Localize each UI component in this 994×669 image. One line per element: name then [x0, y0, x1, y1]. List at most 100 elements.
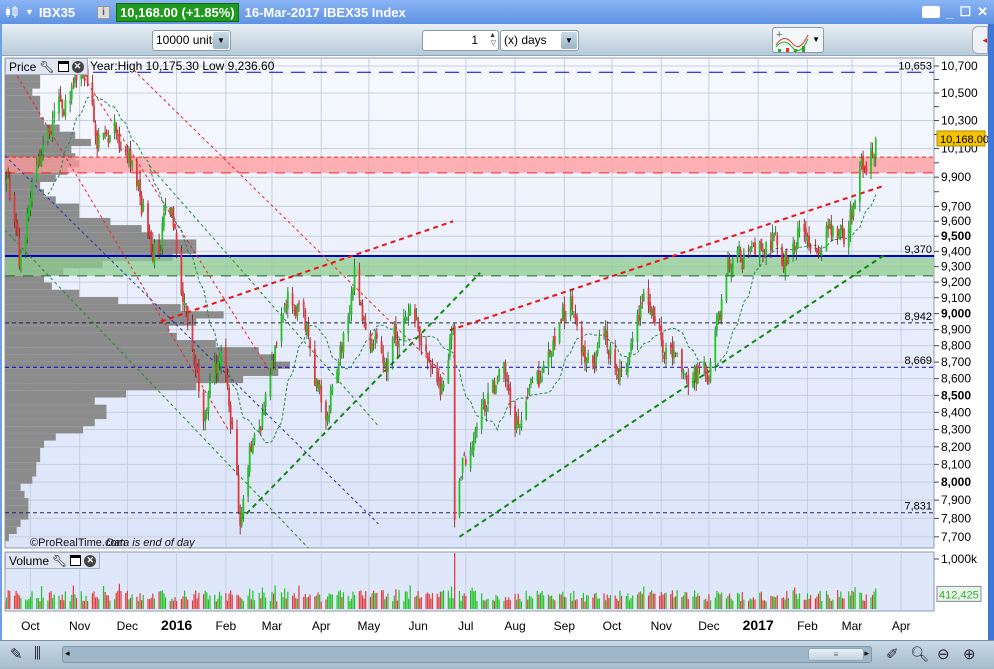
period-unit-select[interactable]: (x) days ▼ — [500, 30, 579, 51]
scrollbar-thumb[interactable]: ≡ — [808, 648, 864, 661]
volume-bar — [752, 597, 755, 609]
candle-body — [464, 459, 467, 465]
candle — [491, 379, 494, 394]
candle-body — [19, 252, 22, 267]
volume-bar — [26, 600, 28, 609]
volume-bar — [306, 597, 308, 609]
chevron-down-icon[interactable]: ▼ — [812, 35, 820, 44]
volume-bar — [139, 593, 141, 609]
info-icon[interactable]: i — [97, 5, 111, 19]
candle-body — [447, 359, 450, 384]
volume-bar — [738, 593, 740, 609]
x-tick-label: Nov — [69, 619, 90, 633]
candle-body — [387, 358, 389, 372]
volume-bar — [803, 599, 805, 609]
candle-body — [661, 339, 664, 353]
keyboard-icon[interactable] — [922, 6, 941, 18]
close-icon[interactable]: ✕ — [977, 4, 988, 20]
volume-bar — [593, 593, 596, 609]
auto-zoom-icon[interactable]: 🔍︎ — [910, 645, 929, 663]
price-chart[interactable]: 10,70010,50010,30010,1009,9009,7009,6009… — [2, 56, 988, 640]
scroll-right-icon[interactable]: ▸ — [864, 648, 869, 659]
candle-body — [571, 295, 574, 310]
candle-body — [517, 415, 520, 425]
volume-bar — [269, 600, 271, 609]
volume-profile-bar — [5, 433, 56, 441]
volume-bar — [736, 592, 739, 609]
candle-body — [271, 360, 273, 374]
candle-body — [839, 225, 842, 235]
volume-bar — [209, 595, 211, 609]
volume-bar — [763, 600, 766, 609]
volume-bar — [174, 596, 176, 609]
volume-bar — [258, 592, 260, 609]
volume-bar — [293, 593, 295, 609]
candle-body — [871, 152, 874, 156]
volume-bar — [102, 586, 105, 609]
units-select[interactable]: 10000 units ▼ — [152, 30, 231, 51]
candlestick-icon[interactable] — [5, 5, 19, 19]
volume-bar — [71, 594, 73, 609]
wrench-icon[interactable]: 🔧︎ — [39, 60, 54, 74]
stepper-arrows-icon[interactable]: ▲ ▽ — [489, 32, 496, 48]
candle — [436, 362, 439, 386]
zoom-in-icon[interactable]: ⊕ — [963, 645, 976, 663]
horizontal-scrollbar[interactable]: ◂ ≡ ▸ — [62, 646, 872, 663]
volume-bar — [617, 600, 619, 609]
volume-bar — [654, 593, 656, 609]
candle-body — [463, 453, 466, 456]
volume-bar — [408, 598, 410, 609]
candle-body — [309, 339, 311, 349]
add-indicator-button[interactable]: + ▼ — [772, 27, 824, 53]
candle-body — [692, 377, 694, 388]
candle-body — [638, 315, 640, 322]
candle-body — [771, 233, 774, 248]
candle-body — [841, 225, 844, 230]
volume-bar — [315, 595, 318, 609]
candle-body — [186, 306, 189, 324]
drawing-tools-icon[interactable]: ✎ — [10, 645, 23, 663]
candle — [304, 308, 307, 333]
window-icon[interactable] — [70, 555, 82, 566]
window-icon[interactable] — [57, 61, 69, 72]
candle-body — [736, 250, 739, 259]
close-panel-icon[interactable]: ✕ — [84, 554, 97, 567]
candle-body — [587, 353, 590, 360]
wrench-icon[interactable]: 🔧︎ — [52, 554, 67, 568]
candle-body — [561, 307, 564, 320]
scroll-left-icon[interactable]: ◂ — [65, 648, 70, 659]
candle-body — [851, 212, 853, 219]
maximize-icon[interactable]: ☐ — [959, 4, 971, 20]
side-panel-toggle-icon[interactable]: ◂ — [972, 26, 988, 54]
minimize-icon[interactable]: _ — [946, 5, 953, 20]
chart-style-icon[interactable]: ⫼ — [34, 645, 41, 662]
volume-bar — [363, 598, 365, 609]
volume-bar — [304, 593, 306, 609]
volume-bar — [732, 600, 734, 609]
candle — [180, 245, 183, 296]
drawing-properties-icon[interactable]: ✐ — [886, 645, 899, 663]
period-stepper[interactable]: 1 ▲ ▽ — [422, 30, 499, 51]
candle-body — [140, 195, 143, 214]
volume-bar — [183, 590, 186, 609]
candle-body — [50, 132, 52, 135]
symbol-label[interactable]: IBX35 — [39, 5, 75, 20]
candle-body — [40, 156, 43, 167]
candle-body — [42, 145, 45, 155]
zoom-out-icon[interactable]: ⊖ — [937, 645, 950, 663]
chevron-down-icon[interactable]: ▼ — [561, 32, 577, 49]
chevron-down-icon[interactable]: ▼ — [25, 7, 34, 17]
candle-body — [525, 401, 528, 420]
volume-bar — [705, 598, 707, 609]
volume-bar — [770, 595, 772, 609]
candle — [781, 243, 783, 267]
volume-bar — [487, 598, 489, 609]
volume-bar — [126, 590, 128, 609]
volume-bar — [832, 599, 834, 609]
chevron-down-icon[interactable]: ▼ — [213, 32, 229, 49]
candle-body — [476, 427, 478, 430]
close-panel-icon[interactable]: ✕ — [71, 60, 84, 73]
candle-body — [207, 392, 210, 412]
candle-body — [507, 383, 510, 392]
candle-body — [342, 333, 345, 353]
